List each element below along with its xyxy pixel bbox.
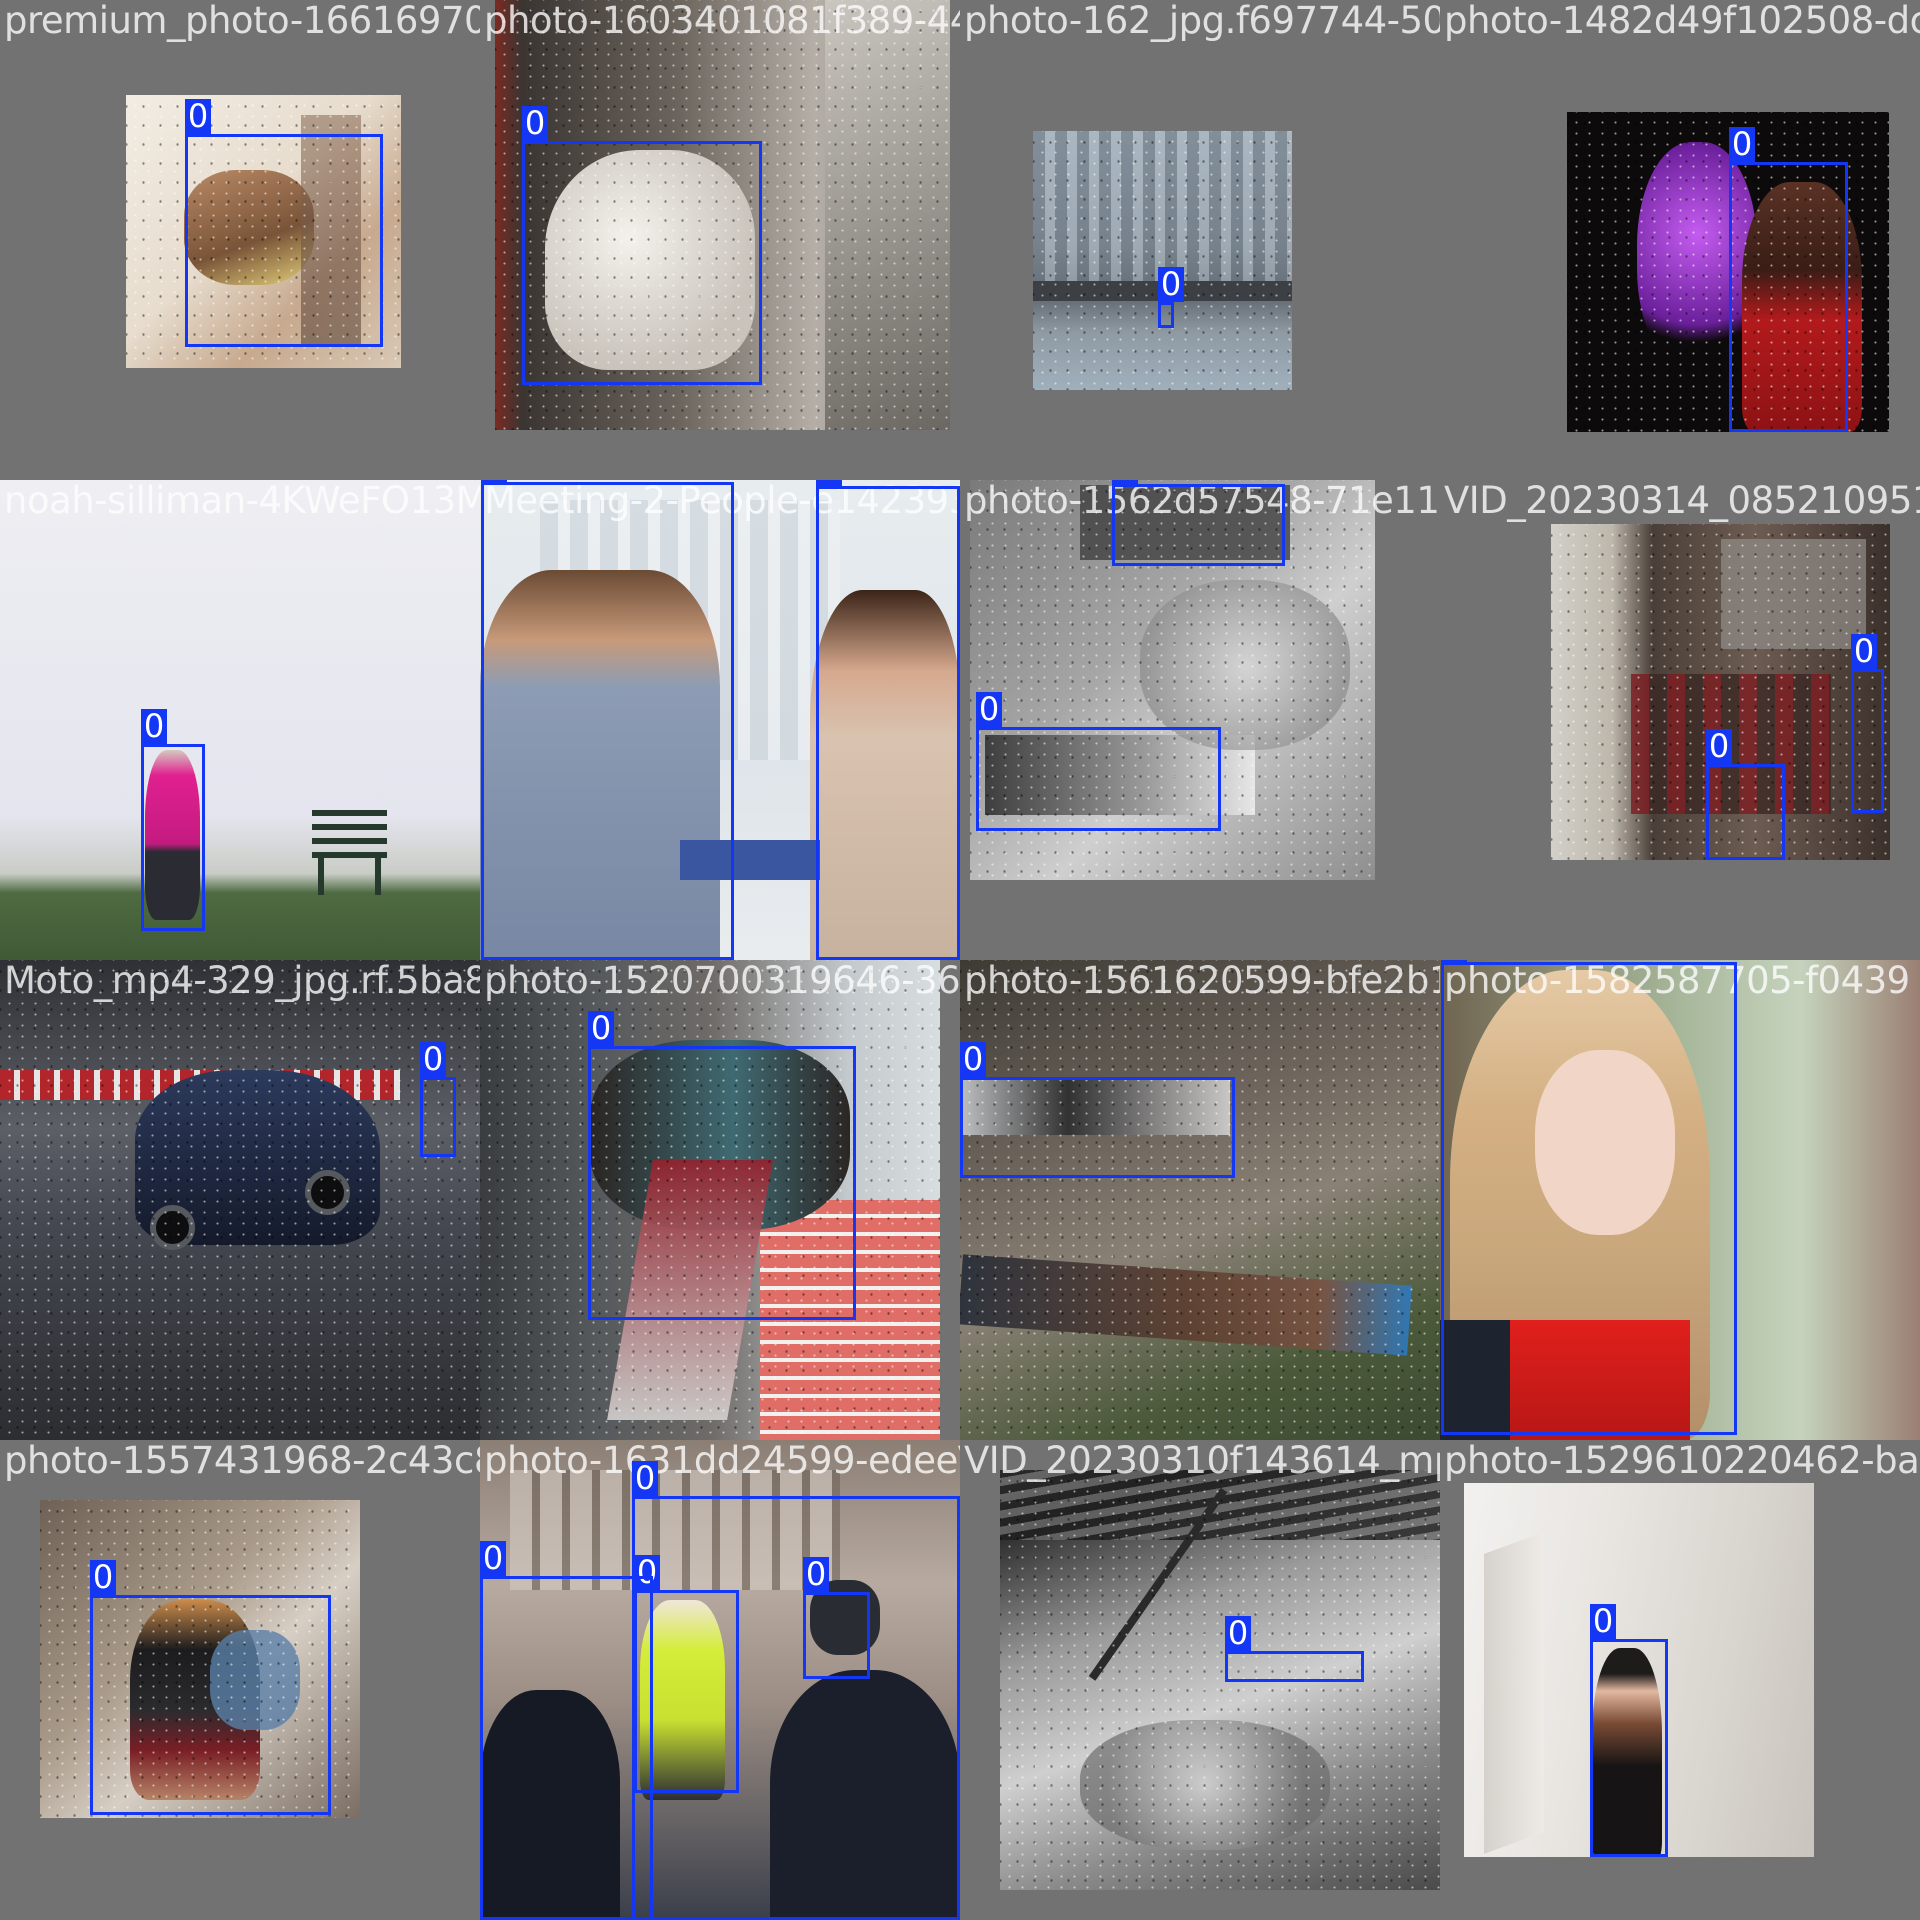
detection-class-tag: 0	[803, 1557, 829, 1592]
tile-label: VID_20230310f143614_mp4-photo-1529610220…	[964, 1440, 1440, 1482]
detection-class-tag: 0	[632, 1461, 658, 1496]
mosaic-tile: photo-1561620599-bfe2b14b2587705-f0439 0	[960, 960, 1440, 1440]
detection-box: 0	[185, 99, 383, 347]
tile-label: Moto_mp4-329_jpg.rf.5ba88f3fbb1452070031…	[4, 960, 480, 1002]
detection-box: 0	[816, 480, 960, 960]
mosaic-tile: Meeting-2-People-e1423937662851562d57548…	[480, 480, 960, 960]
detection-box: 0	[1158, 267, 1184, 328]
photo-shape	[1721, 539, 1866, 649]
detection-box: 0	[1441, 960, 1737, 1435]
photo-shape	[1140, 580, 1350, 750]
detection-class-tag: 0	[588, 1011, 614, 1046]
mosaic-tile: photo-1482d49f102508-dc3d 0	[1440, 0, 1920, 480]
mosaic-tile: photo-1562d57548-71e1160919 0 0	[960, 480, 1440, 960]
tile-photo	[1000, 1470, 1440, 1890]
detection-class-tag: 0	[481, 480, 507, 482]
detection-box: 0	[480, 1541, 653, 1920]
photo-shape	[375, 855, 381, 895]
tile-label: photo-1557431968-2c43c8e89686-1f4313dd24…	[4, 1440, 480, 1482]
tile-photo	[1033, 131, 1292, 390]
mosaic-tile: photo-1631dd24599-edeeVID_20230310f14361…	[480, 1440, 960, 1920]
detection-box: 0	[1851, 634, 1884, 813]
detection-box: 0	[960, 1042, 1235, 1178]
detection-box: 0	[1112, 480, 1285, 566]
detection-class-tag: 0	[816, 480, 842, 486]
detection-class-tag: 0	[960, 1042, 986, 1077]
photo-shape	[825, 0, 950, 430]
tile-label: photo-1561620599-bfe2b14b2587705-f0439	[964, 960, 1440, 1002]
detection-box: 0	[90, 1560, 331, 1815]
mosaic-grid: premium_photo-1661697016907-f60340208f13…	[0, 0, 1920, 1920]
detection-box: 0	[1729, 127, 1848, 432]
mosaic-tile: photo-1582587705-f0439 0	[1440, 960, 1920, 1440]
tile-label: photo-1631dd24599-edeeVID_20230310f14361…	[484, 1440, 960, 1482]
detection-box: 0	[1590, 1604, 1668, 1857]
photo-shape	[150, 1205, 195, 1250]
photo-shape	[305, 1170, 350, 1215]
detection-class-tag: 0	[1158, 267, 1184, 302]
tile-photo	[0, 480, 480, 960]
detection-box: 0	[522, 106, 762, 385]
mosaic-tile: VID_20230314_085210951_ 0 0	[1440, 480, 1920, 960]
detection-class-tag: 0	[90, 1560, 116, 1595]
tile-label: noah-silliman-4KWeFO13MP	[4, 480, 480, 522]
detection-class-tag: 0	[1590, 1604, 1616, 1639]
tile-photo	[0, 960, 480, 1440]
mosaic-tile: photo-162_jpg.f697744-50e3f3d8-1482d49f1…	[960, 0, 1440, 480]
tile-photo	[960, 960, 1440, 1440]
detection-box: 0	[588, 1011, 856, 1320]
mosaic-tile: photo-1520700319646-36e4b69ed945_jpg.f62…	[480, 960, 960, 1440]
detection-class-tag: 0	[976, 692, 1002, 727]
photo-shape	[1033, 131, 1292, 281]
detection-box: 0	[141, 709, 205, 931]
detection-class-tag: 0	[1706, 729, 1732, 764]
detection-class-tag: 0	[1225, 1616, 1251, 1651]
detection-class-tag: 0	[480, 1541, 506, 1576]
mosaic-tile: photo-1557431968-2c43c8e89686-1f4313dd24…	[0, 1440, 480, 1920]
tile-label: premium_photo-1661697016907-f60340208f13…	[4, 0, 480, 42]
tile-label: photo-1482d49f102508-dc3d	[1444, 0, 1920, 42]
detection-class-tag: 0	[1851, 634, 1877, 669]
photo-noise	[960, 960, 1440, 1440]
detection-class-tag: 0	[1441, 960, 1467, 962]
tile-label: photo-1603401081f389-44932b3862429d03697…	[484, 0, 960, 42]
mosaic-tile: noah-silliman-4KWeFO13MP 0	[0, 480, 480, 960]
detection-class-tag: 0	[141, 709, 167, 744]
tile-label: VID_20230314_085210951_	[1444, 480, 1920, 522]
detection-box: 0	[1225, 1616, 1364, 1682]
mosaic-tile: photo-1529610220462-ba31 0	[1440, 1440, 1920, 1920]
mosaic-tile: Moto_mp4-329_jpg.rf.5ba88f3fbb1452070031…	[0, 960, 480, 1440]
detection-box: 0	[420, 1042, 456, 1157]
photo-shape	[312, 810, 387, 860]
photo-shape	[1080, 1720, 1330, 1850]
mosaic-tile: premium_photo-1661697016907-f60340208f13…	[0, 0, 480, 480]
detection-box: 0	[803, 1557, 870, 1679]
detection-box: 0	[1706, 729, 1785, 860]
detection-class-tag: 0	[1729, 127, 1755, 162]
tile-label: photo-1529610220462-ba31	[1444, 1440, 1920, 1482]
detection-class-tag: 0	[420, 1042, 446, 1077]
mosaic-tile: VID_20230310f143614_mp4-photo-1529610220…	[960, 1440, 1440, 1920]
detection-box: 0	[481, 480, 734, 960]
detection-class-tag: 0	[522, 106, 548, 141]
mosaic-tile: photo-1603401081f389-44932b3862429d03697…	[480, 0, 960, 480]
tile-label: photo-162_jpg.f697744-50e3f3d8-1482d49f1…	[964, 0, 1440, 42]
photo-shape	[960, 1254, 1412, 1356]
detection-box: 0	[632, 1461, 960, 1920]
tile-label: photo-1520700319646-36e4b69ed945_jpg.f62…	[484, 960, 960, 1002]
photo-shape	[1484, 1532, 1544, 1854]
detection-box: 0	[976, 692, 1221, 831]
photo-shape	[318, 855, 324, 895]
detection-class-tag: 0	[1112, 480, 1138, 484]
detection-class-tag: 0	[185, 99, 211, 134]
